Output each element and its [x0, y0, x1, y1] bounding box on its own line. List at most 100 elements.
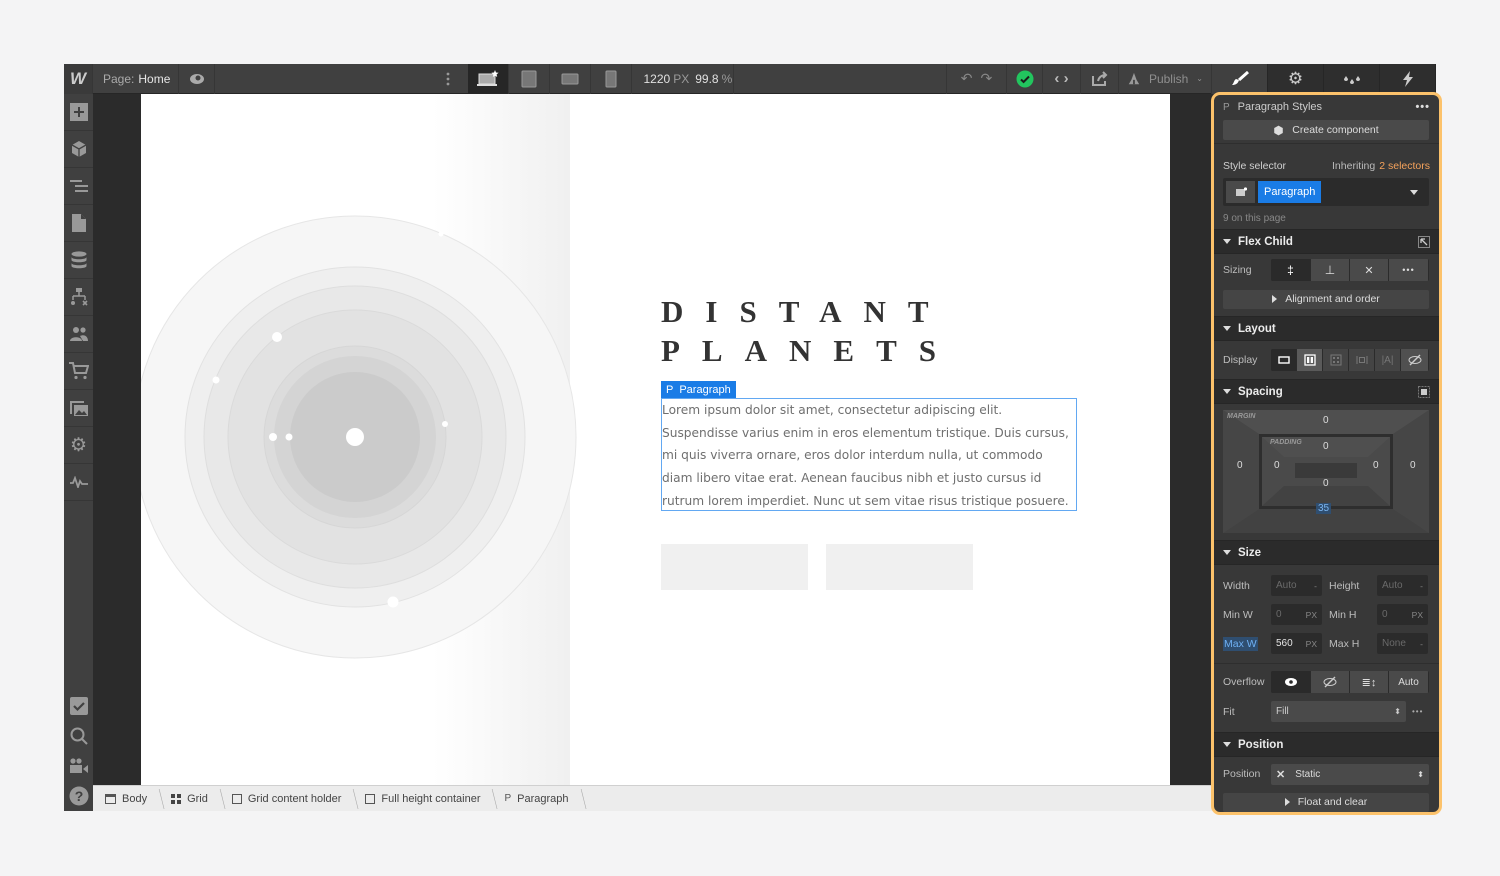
caret-down-icon: [1223, 326, 1231, 331]
breadcrumb-paragraph[interactable]: P Paragraph: [492, 786, 580, 812]
min-height-input[interactable]: 0 PX: [1377, 604, 1428, 625]
selector-field[interactable]: Paragraph: [1223, 178, 1429, 206]
search-icon: [70, 727, 88, 745]
margin-bottom-value[interactable]: 35: [1316, 503, 1332, 514]
ecommerce-button[interactable]: [64, 353, 93, 390]
pages-button[interactable]: [64, 205, 93, 242]
cms-button[interactable]: [64, 242, 93, 279]
breadcrumb-grid[interactable]: Grid: [159, 786, 220, 812]
button-placeholder-2[interactable]: [826, 544, 973, 590]
breakpoint-mobile-portrait[interactable]: [591, 63, 632, 94]
save-status[interactable]: [1007, 63, 1043, 94]
breakpoint-desktop[interactable]: [467, 63, 509, 94]
padding-right-value[interactable]: 0: [1373, 460, 1379, 471]
selector-mode-button[interactable]: [1226, 181, 1255, 203]
create-component-button[interactable]: Create component: [1223, 120, 1429, 140]
page-heading[interactable]: DISTANT PLANETS: [661, 292, 958, 370]
undo-icon[interactable]: ↶: [961, 70, 973, 87]
display-inline-option[interactable]: |A|: [1375, 349, 1401, 371]
selector-chip[interactable]: Paragraph: [1258, 181, 1322, 203]
position-select[interactable]: ✕ Static ⬍: [1271, 763, 1429, 785]
breadcrumb-grid-content-holder[interactable]: Grid content holder: [220, 786, 354, 812]
paragraph-text[interactable]: Lorem ipsum dolor sit amet, consectetur …: [662, 399, 1077, 513]
design-canvas[interactable]: DISTANT PLANETS P Paragraph Lorem ipsum …: [141, 94, 1170, 785]
video-tutorials-button[interactable]: [64, 751, 93, 781]
display-flex-option[interactable]: [1297, 349, 1323, 371]
overflow-auto-option[interactable]: Auto: [1389, 671, 1429, 693]
preview-button[interactable]: [179, 63, 215, 94]
spacing-box-icon[interactable]: [1418, 385, 1430, 398]
breadcrumb-full-height-container[interactable]: Full height container: [353, 786, 492, 812]
margin-left-value[interactable]: 0: [1237, 460, 1243, 471]
breadcrumb-body[interactable]: Body: [93, 786, 159, 812]
navigator-button[interactable]: [64, 168, 93, 205]
expand-arrow-icon[interactable]: [1418, 235, 1430, 248]
max-height-input[interactable]: None -: [1377, 633, 1428, 654]
share-button[interactable]: [1081, 63, 1119, 94]
padding-left-value[interactable]: 0: [1274, 460, 1280, 471]
display-grid-option[interactable]: [1323, 349, 1349, 371]
min-width-input[interactable]: 0 PX: [1271, 604, 1322, 625]
assets-button[interactable]: [64, 390, 93, 427]
overflow-scroll-option[interactable]: ≣↕: [1350, 671, 1389, 693]
fit-more-icon[interactable]: •••: [1412, 707, 1423, 716]
display-none-option[interactable]: [1401, 349, 1429, 371]
display-inline-block-option[interactable]: [1349, 349, 1375, 371]
settings-button[interactable]: ⚙: [64, 427, 93, 464]
tab-interactions[interactable]: [1380, 63, 1436, 94]
max-width-unit[interactable]: PX: [1306, 639, 1317, 649]
sizing-grow-option[interactable]: ⊥: [1311, 259, 1350, 281]
max-width-input[interactable]: 560 PX: [1271, 633, 1322, 654]
tasks-button[interactable]: [64, 691, 93, 721]
tab-style[interactable]: [1212, 63, 1268, 94]
max-height-unit[interactable]: -: [1420, 639, 1423, 649]
breakpoint-mobile-landscape[interactable]: [550, 63, 591, 94]
search-button[interactable]: [64, 721, 93, 751]
components-button[interactable]: [64, 131, 93, 168]
padding-bottom-value[interactable]: 0: [1323, 478, 1329, 489]
selected-element-tag[interactable]: P Paragraph: [661, 381, 736, 398]
section-position-header[interactable]: Position: [1214, 732, 1439, 757]
section-size-header[interactable]: Size: [1214, 540, 1439, 565]
code-export-button[interactable]: ‹ ›: [1043, 63, 1081, 94]
webflow-logo[interactable]: W: [64, 63, 93, 94]
tab-interactions-style-manager[interactable]: [1324, 63, 1380, 94]
margin-top-value[interactable]: 0: [1323, 415, 1329, 426]
section-flex-child-header[interactable]: Flex Child: [1214, 229, 1439, 254]
help-button[interactable]: ?: [64, 781, 93, 811]
fit-select[interactable]: Fill ⬍: [1271, 701, 1406, 722]
tab-settings[interactable]: ⚙: [1268, 63, 1324, 94]
section-spacing-header[interactable]: Spacing: [1214, 379, 1439, 404]
height-input[interactable]: Auto -: [1377, 575, 1428, 596]
audit-button[interactable]: [64, 464, 93, 501]
add-panel-button[interactable]: [64, 94, 93, 131]
section-layout-header[interactable]: Layout: [1214, 316, 1439, 341]
caret-down-icon[interactable]: [1410, 189, 1418, 195]
float-clear-button[interactable]: Float and clear: [1223, 792, 1429, 812]
margin-right-value[interactable]: 0: [1410, 460, 1416, 471]
more-breakpoints-button[interactable]: [428, 64, 468, 94]
overflow-hidden-option[interactable]: [1311, 671, 1350, 693]
display-block-option[interactable]: [1271, 349, 1297, 371]
section-title: Size: [1238, 546, 1262, 559]
breakpoint-tablet[interactable]: [509, 63, 550, 94]
height-unit[interactable]: -: [1420, 581, 1423, 591]
publish-button[interactable]: Publish ⌄: [1119, 63, 1212, 94]
alignment-order-button[interactable]: Alignment and order: [1223, 289, 1429, 309]
sizing-more-option[interactable]: •••: [1389, 259, 1429, 281]
button-placeholder-1[interactable]: [661, 544, 808, 590]
sizing-shrink-option[interactable]: ‡: [1271, 259, 1311, 281]
inheriting-selectors-link[interactable]: 2 selectors: [1379, 160, 1430, 172]
more-options-icon[interactable]: •••: [1415, 101, 1430, 113]
sizing-none-option[interactable]: ✕: [1350, 259, 1389, 281]
width-input[interactable]: Auto -: [1271, 575, 1322, 596]
page-selector[interactable]: Page: Home: [93, 63, 179, 94]
logic-button[interactable]: [64, 279, 93, 316]
redo-icon[interactable]: ↷: [981, 70, 993, 87]
min-height-unit[interactable]: PX: [1412, 610, 1423, 620]
min-width-unit[interactable]: PX: [1306, 610, 1317, 620]
users-button[interactable]: [64, 316, 93, 353]
width-unit[interactable]: -: [1314, 581, 1317, 591]
padding-top-value[interactable]: 0: [1323, 441, 1329, 452]
overflow-visible-option[interactable]: [1271, 671, 1311, 693]
